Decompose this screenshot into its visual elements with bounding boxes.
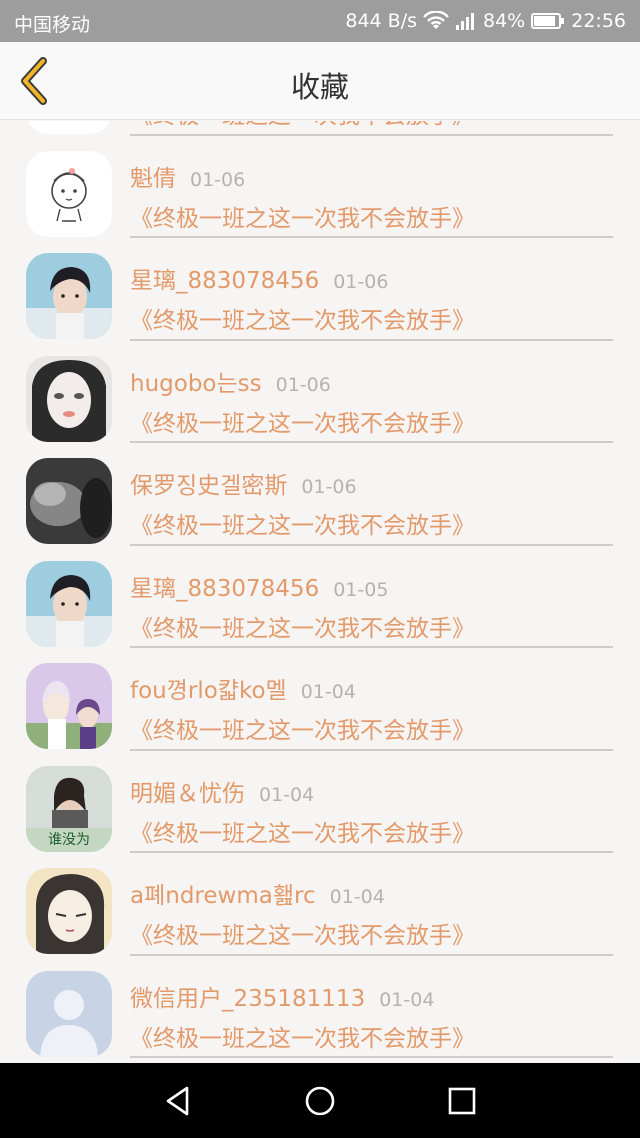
nav-back-button[interactable] — [158, 1081, 198, 1121]
item-date: 01-05 — [333, 578, 389, 601]
item-date: 01-06 — [190, 168, 246, 191]
book-title[interactable]: 《终极一班之这一次我不会放手》 — [130, 1019, 475, 1053]
user-name[interactable]: 星璃_883078456 01-05 — [130, 569, 388, 603]
avatar[interactable] — [26, 355, 112, 442]
circle-home-icon — [305, 1086, 335, 1116]
user-name-text[interactable]: hugobo는ss — [130, 371, 262, 397]
avatar[interactable] — [26, 663, 112, 749]
navigation-bar — [0, 1063, 640, 1138]
avatar[interactable] — [26, 253, 112, 339]
list-item[interactable]: 魁倩 01-06 《终极一班之这一次我不会放手》 — [0, 136, 640, 238]
item-info: 星璃_883078456 01-06 《终极一班之这一次我不会放手》 — [130, 238, 613, 341]
battery-percent: 84% — [483, 10, 526, 32]
avatar[interactable] — [26, 560, 112, 647]
list-item[interactable]: a폐ndrewma홾rc 01-04 《终极一班之这一次我不会放手》 — [0, 853, 640, 956]
avatar[interactable] — [26, 121, 112, 134]
item-info: a폐ndrewma홾rc 01-04 《终极一班之这一次我不会放手》 — [130, 853, 613, 956]
book-title[interactable]: 《终极一班之这一次我不会放手》 — [130, 711, 475, 745]
avatar[interactable] — [26, 458, 112, 544]
list-item[interactable]: hugobo는ss 01-06 《终极一班之这一次我不会放手》 — [0, 341, 640, 443]
item-date: 01-04 — [379, 988, 435, 1011]
user-name-text[interactable]: a폐ndrewma홾rc — [130, 883, 316, 909]
item-info: 明媚＆忧伤 01-04 《终极一班之这一次我不会放手》 — [130, 751, 613, 853]
list-item[interactable]: 《终极一班之这一次我不会放手》 — [0, 121, 640, 136]
user-name[interactable]: hugobo는ss 01-06 — [130, 364, 331, 398]
item-info: 《终极一班之这一次我不会放手》 — [130, 121, 613, 136]
user-name[interactable]: 微信用户_235181113 01-04 — [130, 979, 434, 1013]
status-bar: 中国移动 844 B/s 84% 22:56 — [0, 0, 640, 42]
user-name[interactable]: a폐ndrewma홾rc 01-04 — [130, 876, 385, 910]
user-name[interactable]: 魁倩 01-06 — [130, 159, 245, 193]
book-title[interactable]: 《终极一班之这一次我不会放手》 — [130, 301, 475, 335]
user-name-text[interactable]: fou꼉rlo캷ko멜 — [130, 678, 287, 704]
list-item[interactable]: 微信用户_235181113 01-04 《终极一班之这一次我不会放手》 — [0, 956, 640, 1058]
book-title[interactable]: 《终极一班之这一次我不会放手》 — [130, 199, 475, 233]
svg-text:谁没为: 谁没为 — [48, 832, 90, 848]
book-title[interactable]: 《终极一班之这一次我不会放手》 — [130, 121, 475, 130]
user-name[interactable]: fou꼉rlo캷ko멜 01-04 — [130, 671, 356, 705]
item-date: 01-04 — [329, 886, 385, 908]
avatar[interactable] — [26, 868, 112, 954]
item-info: 星璃_883078456 01-05 《终极一班之这一次我不会放手》 — [130, 546, 613, 648]
item-info: hugobo는ss 01-06 《终极一班之这一次我不会放手》 — [130, 341, 613, 443]
user-name-text[interactable]: 魁倩 — [130, 166, 176, 192]
user-name-text[interactable]: 保罗징史겔密斯 — [130, 473, 287, 499]
item-info: 微信用户_235181113 01-04 《终极一班之这一次我不会放手》 — [130, 956, 613, 1058]
list-item[interactable]: fou꼉rlo캷ko멜 01-04 《终极一班之这一次我不会放手》 — [0, 648, 640, 751]
status-indicators: 844 B/s 84% 22:56 — [345, 10, 626, 32]
user-name[interactable]: 明媚＆忧伤 01-04 — [130, 774, 314, 808]
avatar[interactable]: 谁没为 — [26, 765, 112, 852]
list-item[interactable]: 保罗징史겔密斯 01-06 《终极一班之这一次我不会放手》 — [0, 443, 640, 546]
nav-home-button[interactable] — [300, 1081, 340, 1121]
item-date: 01-06 — [301, 476, 357, 498]
book-title[interactable]: 《终极一班之这一次我不会放手》 — [130, 814, 475, 848]
user-name-text[interactable]: 明媚＆忧伤 — [130, 781, 245, 807]
book-title[interactable]: 《终极一班之这一次我不会放手》 — [130, 609, 475, 643]
square-recents-icon — [448, 1087, 476, 1115]
carrier-label: 中国移动 — [14, 14, 91, 36]
list-item[interactable]: 星璃_883078456 01-06 《终极一班之这一次我不会放手》 — [0, 238, 640, 341]
user-name-text[interactable]: 星璃_883078456 — [130, 268, 319, 294]
avatar[interactable] — [26, 150, 112, 237]
list-item[interactable]: 谁没为 明媚＆忧伤 01-04 《终极一班之这一次我不会放手》 — [0, 751, 640, 853]
item-date: 01-06 — [275, 373, 331, 396]
item-info: 保罗징史겔密斯 01-06 《终极一班之这一次我不会放手》 — [130, 443, 613, 546]
user-name-text[interactable]: 星璃_883078456 — [130, 576, 319, 602]
clock: 22:56 — [571, 10, 626, 32]
book-title[interactable]: 《终极一班之这一次我不会放手》 — [130, 404, 475, 438]
item-info: 魁倩 01-06 《终极一班之这一次我不会放手》 — [130, 136, 613, 238]
net-speed: 844 B/s — [345, 10, 417, 32]
list-item[interactable]: 星璃_883078456 01-05 《终极一班之这一次我不会放手》 — [0, 546, 640, 648]
item-date: 01-04 — [259, 783, 315, 806]
triangle-back-icon — [166, 1086, 189, 1116]
nav-recents-button[interactable] — [442, 1081, 482, 1121]
app-header: 收藏 — [0, 42, 640, 120]
page-title: 收藏 — [290, 70, 349, 104]
item-info: fou꼉rlo캷ko멜 01-04 《终极一班之这一次我不会放手》 — [130, 648, 613, 751]
avatar[interactable] — [26, 970, 112, 1057]
book-title[interactable]: 《终极一班之这一次我不会放手》 — [130, 916, 475, 950]
favorites-list[interactable]: 《终极一班之这一次我不会放手》魁倩01-06《终极一班之这一次我不会放手》星璃_… — [0, 121, 640, 1063]
battery-icon — [531, 13, 565, 29]
signal-icon — [456, 13, 474, 30]
user-name[interactable]: 星璃_883078456 01-06 — [130, 261, 388, 295]
item-date: 01-06 — [333, 271, 389, 293]
book-title[interactable]: 《终极一班之这一次我不会放手》 — [130, 506, 475, 540]
wifi-icon — [423, 11, 449, 29]
user-name-text[interactable]: 微信用户_235181113 — [130, 986, 365, 1012]
user-name[interactable]: 保罗징史겔密斯 01-06 — [130, 466, 357, 500]
item-date: 01-04 — [300, 681, 356, 703]
